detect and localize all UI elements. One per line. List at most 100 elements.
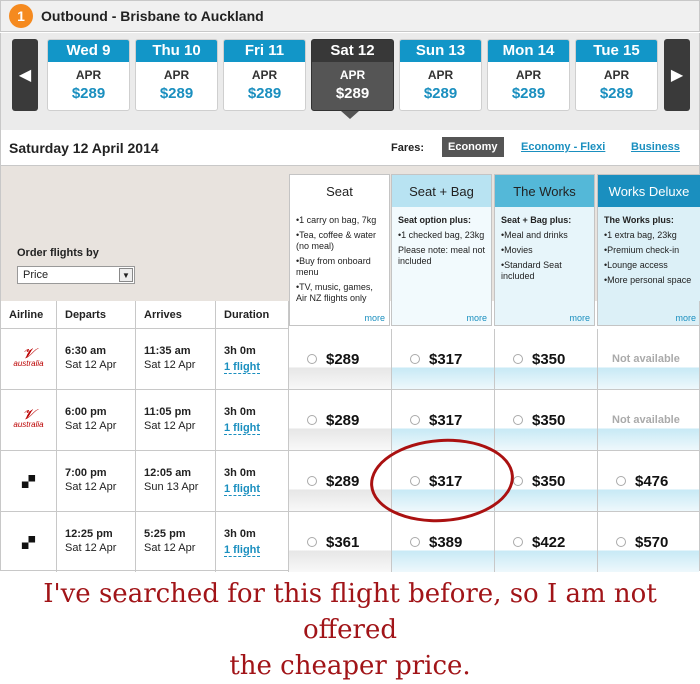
depart-date: Sat 12 Apr [65,481,117,493]
price-option-the-works[interactable]: $422 [495,512,598,572]
date-card-day: Tue 15 [576,40,657,62]
arrive-time: 12:05 am [144,467,192,479]
radio-button[interactable] [513,476,523,486]
fare-feature: •Premium check-in [604,245,680,255]
flight-count-link[interactable]: 1 flight [224,422,261,435]
date-card-month: APR [163,68,190,82]
order-by-label: Order flights by [17,247,99,259]
duration: 3h 0m [224,406,256,418]
not-available-text: Not available [612,414,680,426]
fare-feature: Please note: meal not included [398,245,486,266]
fare-tab-business[interactable]: Business [631,141,680,153]
duration: 3h 0m [224,528,256,540]
date-card-month: APR [75,68,102,82]
depart-date: Sat 12 Apr [65,542,117,554]
fare-feature: •Lounge access [604,260,668,270]
order-by-value: Price [23,269,49,281]
radio-button[interactable] [307,415,317,425]
caption-line-2: the cheaper price. [229,651,471,681]
price-option-seat[interactable]: $289 [289,329,392,389]
column-header-departs: Departs [57,301,136,329]
date-card-price: $289 [159,85,194,102]
depart-date: Sat 12 Apr [65,420,117,432]
price-option-seat[interactable]: $361 [289,512,392,572]
date-card-month: APR [251,68,278,82]
date-card-month: APR [339,68,366,82]
date-card-fri-11[interactable]: Fri 11 APR $289 [223,39,306,111]
date-card-day: Sun 13 [400,40,481,62]
duration: 3h 0m [224,467,256,479]
selected-date-pointer-icon [341,111,359,119]
fare-column-title: The Works [495,175,594,207]
step-header: 1 Outbound - Brisbane to Auckland [0,0,700,32]
step-title: Outbound - Brisbane to Auckland [41,8,264,24]
date-card-wed-9[interactable]: Wed 9 APR $289 [47,39,130,111]
radio-button[interactable] [513,354,523,364]
next-dates-arrow-icon[interactable]: ▶ [664,39,690,111]
flight-count-link[interactable]: 1 flight [224,483,261,496]
flight-row: 𝓥australia 6:30 am Sat 12 Apr 11:35 am Sat… [1,329,699,390]
fare-intro: Seat + Bag plus: [501,215,572,225]
price-option-seat[interactable]: $289 [289,390,392,450]
date-card-price: $289 [247,85,282,102]
date-card-sat-12-selected[interactable]: Sat 12 APR $289 [311,39,394,111]
annotation-caption: I've searched for this flight before, so… [0,576,700,684]
radio-button[interactable] [513,537,523,547]
date-card-day: Wed 9 [48,40,129,62]
air-new-zealand-logo-icon: 🙾 [1,451,57,511]
radio-button[interactable] [410,354,420,364]
date-card-month: APR [603,68,630,82]
arrive-time: 11:05 pm [144,406,192,418]
date-card-mon-14[interactable]: Mon 14 APR $289 [487,39,570,111]
radio-button[interactable] [513,415,523,425]
radio-button[interactable] [307,354,317,364]
column-header-arrives: Arrives [136,301,216,329]
radio-button[interactable] [307,476,317,486]
fare-tab-economy-flexi[interactable]: Economy - Flexi [521,141,605,153]
step-number-badge: 1 [9,4,33,28]
fare-tab-economy[interactable]: Economy [442,137,504,157]
price-option-seat-bag[interactable]: $317 [392,329,495,389]
flight-count-link[interactable]: 1 flight [224,544,261,557]
price-option-works-deluxe: Not available [598,390,699,450]
date-card-sun-13[interactable]: Sun 13 APR $289 [399,39,482,111]
fare-feature: •Movies [501,245,533,255]
fare-column-title: Seat [290,175,389,207]
date-card-day: Fri 11 [224,40,305,62]
date-card-month: APR [427,68,454,82]
not-available-text: Not available [612,353,680,365]
fare-intro: Seat option plus: [398,215,471,225]
price-option-the-works[interactable]: $350 [495,390,598,450]
arrive-date: Sat 12 Apr [144,359,196,371]
date-card-tue-15[interactable]: Tue 15 APR $289 [575,39,658,111]
chevron-down-icon: ▼ [119,268,133,282]
fare-feature: •Standard Seat included [501,260,562,281]
fare-options-header: Order flights by Price ▼ Seat •1 carry o… [0,166,700,326]
date-card-day: Thu 10 [136,40,217,62]
fare-type-bar: Saturday 12 April 2014 Fares: Economy Ec… [0,130,700,166]
column-header-duration: Duration [216,301,289,329]
fare-intro: The Works plus: [604,215,674,225]
fare-column-title: Seat + Bag [392,175,491,207]
prev-dates-arrow-icon[interactable]: ◀ [12,39,38,111]
date-card-price: $289 [71,85,106,102]
price-option-works-deluxe[interactable]: $570 [598,512,699,572]
price-option-the-works[interactable]: $350 [495,329,598,389]
radio-button[interactable] [410,537,420,547]
order-by-select[interactable]: Price ▼ [17,266,135,284]
fare-column-title: Works Deluxe [598,175,700,207]
flight-results-table: Airline Departs Arrives Duration 𝓥austra… [0,301,700,573]
flight-count-link[interactable]: 1 flight [224,361,261,374]
radio-button[interactable] [410,415,420,425]
fare-feature: •1 carry on bag, 7kg [296,215,377,225]
date-card-day: Mon 14 [488,40,569,62]
arrive-time: 5:25 pm [144,528,186,540]
radio-button[interactable] [616,537,626,547]
date-card-thu-10[interactable]: Thu 10 APR $289 [135,39,218,111]
radio-button[interactable] [307,537,317,547]
radio-button[interactable] [616,476,626,486]
date-card-price: $289 [423,85,458,102]
flight-row: 🙾 12:25 pm Sat 12 Apr 5:25 pm Sat 12 Apr 3… [1,512,699,573]
fare-feature: •1 checked bag, 23kg [398,230,485,240]
price-option-works-deluxe[interactable]: $476 [598,451,699,511]
